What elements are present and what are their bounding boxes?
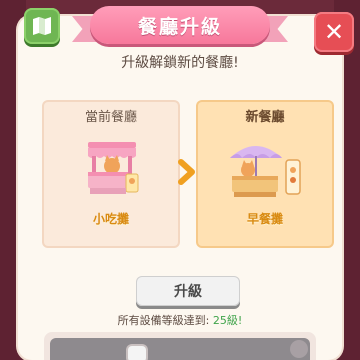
- new-restaurant-label: 新餐廳: [245, 110, 285, 125]
- current-restaurant-panel: 當前餐廳 小吃攤: [44, 102, 178, 246]
- map-button[interactable]: [24, 8, 60, 44]
- upgrade-requirement: 所有設備等級達到: 25級!: [18, 312, 342, 328]
- current-restaurant-label: 當前餐廳: [84, 110, 137, 125]
- bottom-panel: [44, 332, 316, 360]
- breakfast-stall-icon: [230, 146, 301, 197]
- bottom-panel-inner: [50, 338, 310, 360]
- dialog-title: 餐廳升級: [90, 6, 270, 44]
- dialog-subtitle: 升級解鎖新的餐廳!: [121, 55, 239, 71]
- requirement-value: 25級!: [212, 314, 243, 327]
- new-restaurant-name: 早餐攤: [246, 212, 283, 226]
- snack-stall-icon: [88, 142, 139, 194]
- bottom-dot-icon: [290, 340, 308, 358]
- map-icon: [33, 17, 51, 35]
- new-restaurant-panel: 新餐廳 早餐攤: [198, 102, 332, 246]
- close-icon: ✕: [323, 18, 345, 46]
- requirement-text: 所有設備等級達到:: [117, 314, 210, 327]
- chevron-right-icon: [178, 159, 195, 185]
- bottom-badge-icon: [128, 346, 146, 360]
- close-button[interactable]: ✕: [314, 12, 354, 52]
- current-restaurant-name: 小吃攤: [92, 212, 129, 226]
- upgrade-button[interactable]: 升級: [136, 276, 240, 306]
